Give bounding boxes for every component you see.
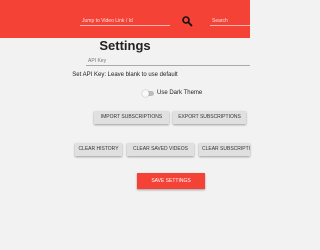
export-subscriptions-button[interactable]: EXPORT SUBSCRIPTIONS	[173, 111, 246, 124]
api-key-help-text: Set API Key: Leave blank to use default	[72, 72, 178, 78]
api-key-input[interactable]	[86, 65, 250, 66]
clear-saved-videos-button[interactable]: CLEAR SAVED VIDEOS	[127, 143, 194, 156]
jump-to-video-input[interactable]: Jump to Video Link / Id	[82, 18, 167, 24]
api-key-label: API Key	[88, 58, 107, 64]
save-settings-button[interactable]: SAVE SETTINGS	[137, 173, 205, 189]
jump-input-underline	[80, 25, 170, 26]
clear-subscriptions-button[interactable]: CLEAR SUBSCRIPTIONS	[199, 143, 250, 156]
dark-theme-label: Use Dark Theme	[157, 90, 203, 96]
search-input-underline	[210, 25, 250, 26]
search-input[interactable]: Search	[212, 18, 228, 24]
import-subscriptions-button[interactable]: IMPORT SUBSCRIPTIONS	[94, 111, 169, 124]
top-app-bar: Jump to Video Link / Id Search	[0, 0, 250, 38]
toggle-knob	[142, 90, 149, 97]
page-title: Settings	[99, 38, 151, 53]
clear-history-button[interactable]: CLEAR HISTORY	[75, 143, 122, 156]
search-icon[interactable]	[181, 14, 193, 27]
dark-theme-toggle[interactable]	[142, 90, 154, 97]
